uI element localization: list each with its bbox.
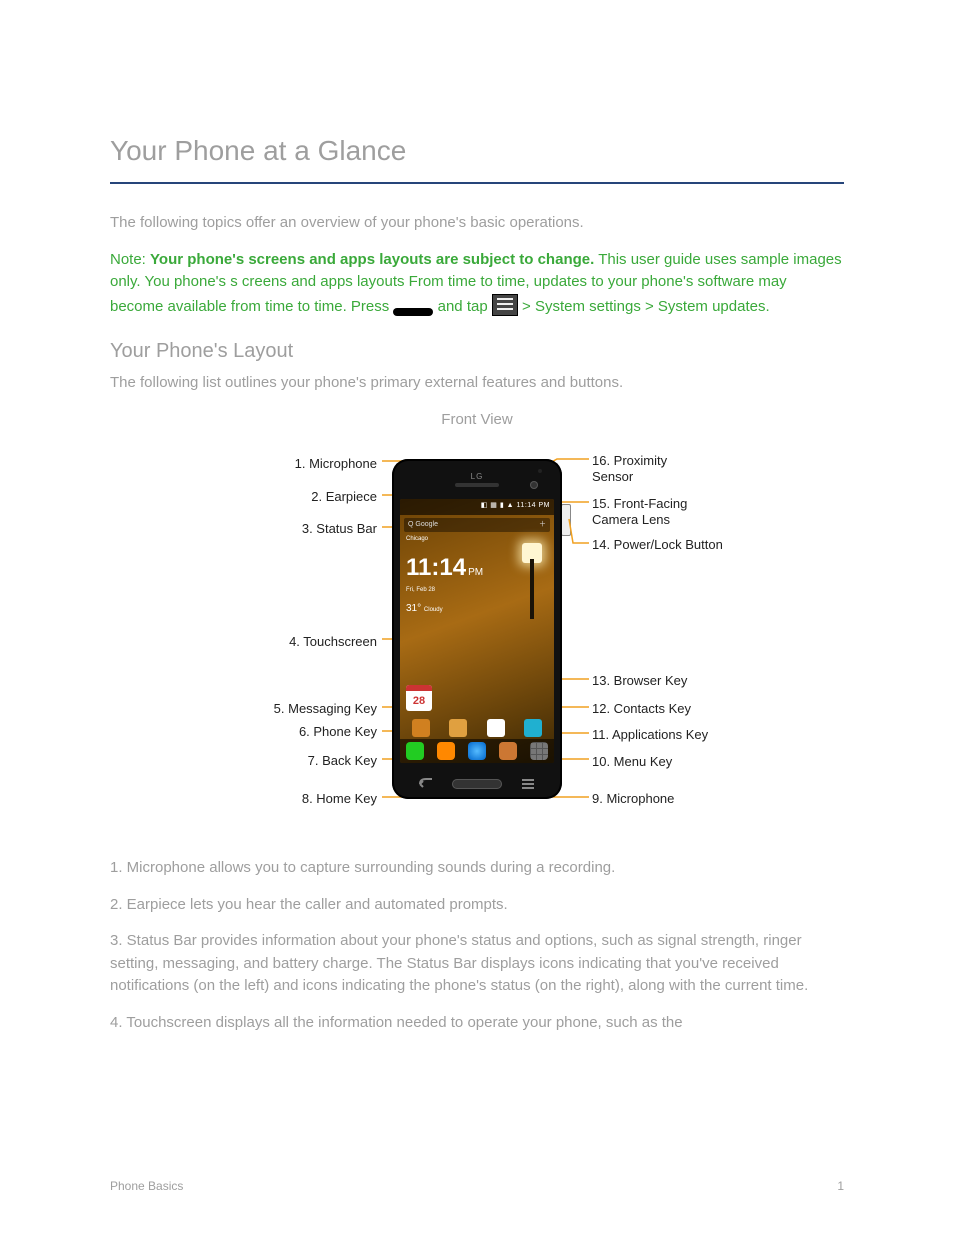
browser-key-icon <box>468 742 486 760</box>
note-bold: Your phone's screens and apps layouts ar… <box>150 251 594 268</box>
section-heading: Your Phone's Layout <box>110 336 844 366</box>
app-shortcut-row <box>400 717 554 739</box>
app-icon-3 <box>487 719 505 737</box>
phone-key-icon <box>406 742 424 760</box>
title-rule <box>110 182 844 184</box>
search-text: Q Google <box>408 521 438 528</box>
label-3-status-bar: 3. Status Bar <box>302 519 377 539</box>
weather-cond: Cloudy <box>424 607 443 613</box>
label-1-microphone: 1. Microphone <box>295 454 377 474</box>
label-2-earpiece: 2. Earpiece <box>311 487 377 507</box>
desc-4: 4. Touchscreen displays all the informat… <box>110 1012 844 1035</box>
note-p2-end: > System settings > System updates. <box>522 298 770 315</box>
app-icon-1 <box>412 719 430 737</box>
contacts-key-icon <box>499 742 517 760</box>
label-5-messaging: 5. Messaging Key <box>274 699 377 719</box>
document-page: Your Phone at a Glance The following top… <box>0 0 954 1235</box>
calendar-widget: 28 <box>406 685 432 711</box>
app-icon-2 <box>449 719 467 737</box>
label-15-camera-b: Camera Lens <box>592 510 670 530</box>
front-camera-dot <box>530 481 538 489</box>
page-title: Your Phone at a Glance <box>110 130 844 172</box>
status-icons: ◧ ▦ ▮ ▲ <box>481 502 517 509</box>
add-icon: ＋ <box>539 518 546 532</box>
desc-2: 2. Earpiece lets you hear the caller and… <box>110 894 844 917</box>
status-time: 11:14 PM <box>517 502 550 509</box>
label-8-home: 8. Home Key <box>302 789 377 809</box>
label-6-phone: 6. Phone Key <box>299 722 377 742</box>
menu-key-icon <box>492 294 518 316</box>
label-12-contacts: 12. Contacts Key <box>592 699 691 719</box>
weather-temp: 31° <box>406 603 421 614</box>
earpiece-slot <box>455 483 499 487</box>
clock-ampm: PM <box>468 567 483 578</box>
front-view-label: Front View <box>110 409 844 432</box>
intro-paragraph: The following topics offer an overview o… <box>110 212 844 235</box>
label-13-browser: 13. Browser Key <box>592 671 687 691</box>
footer-left: Phone Basics <box>110 1177 183 1195</box>
diagram-intro: The following list outlines your phone's… <box>110 372 844 395</box>
messaging-key-icon <box>437 742 455 760</box>
label-4-touchscreen: 4. Touchscreen <box>289 632 377 652</box>
home-key-button <box>452 779 502 789</box>
label-14-power: 14. Power/Lock Button <box>592 535 723 555</box>
label-10-menu: 10. Menu Key <box>592 752 672 772</box>
note-paragraph: Note: Your phone's screens and apps layo… <box>110 249 844 319</box>
label-9-microphone: 9. Microphone <box>592 789 674 809</box>
footer-right: 1 <box>837 1177 844 1195</box>
desc-1: 1. Microphone allows you to capture surr… <box>110 857 844 880</box>
menu-key-soft-icon <box>520 777 536 791</box>
clock-time: 11:14 <box>406 554 466 581</box>
calendar-day: 28 <box>413 695 425 707</box>
back-key-icon <box>418 777 434 791</box>
note-prefix: Note: <box>110 251 150 268</box>
proximity-sensor-dot <box>538 469 542 473</box>
apps-key-icon <box>530 742 548 760</box>
desc-3: 3. Status Bar provides information about… <box>110 930 844 998</box>
label-16-proximity-b: Sensor <box>592 467 633 487</box>
phone-diagram: 1. Microphone 2. Earpiece 3. Status Bar … <box>217 439 737 839</box>
status-bar: ◧ ▦ ▮ ▲ 11:14 PM <box>400 499 554 515</box>
dock-row <box>400 739 554 763</box>
search-bar: Q Google ＋ <box>404 518 550 532</box>
label-7-back: 7. Back Key <box>308 751 377 771</box>
power-button-illustration <box>561 504 571 536</box>
streetlamp-illustration <box>506 539 546 619</box>
phone-illustration: LG ◧ ▦ ▮ ▲ 11:14 PM Q Google ＋ Chicago 1… <box>392 459 562 799</box>
label-11-apps: 11. Applications Key <box>592 725 708 745</box>
home-key-icon <box>393 308 433 316</box>
phone-screen: ◧ ▦ ▮ ▲ 11:14 PM Q Google ＋ Chicago 11:1… <box>400 499 554 763</box>
note-p1b: creens and apps layouts <box>242 273 409 290</box>
page-footer: Phone Basics 1 <box>110 1177 844 1195</box>
note-and-tap: and tap <box>438 298 492 315</box>
app-icon-4 <box>524 719 542 737</box>
